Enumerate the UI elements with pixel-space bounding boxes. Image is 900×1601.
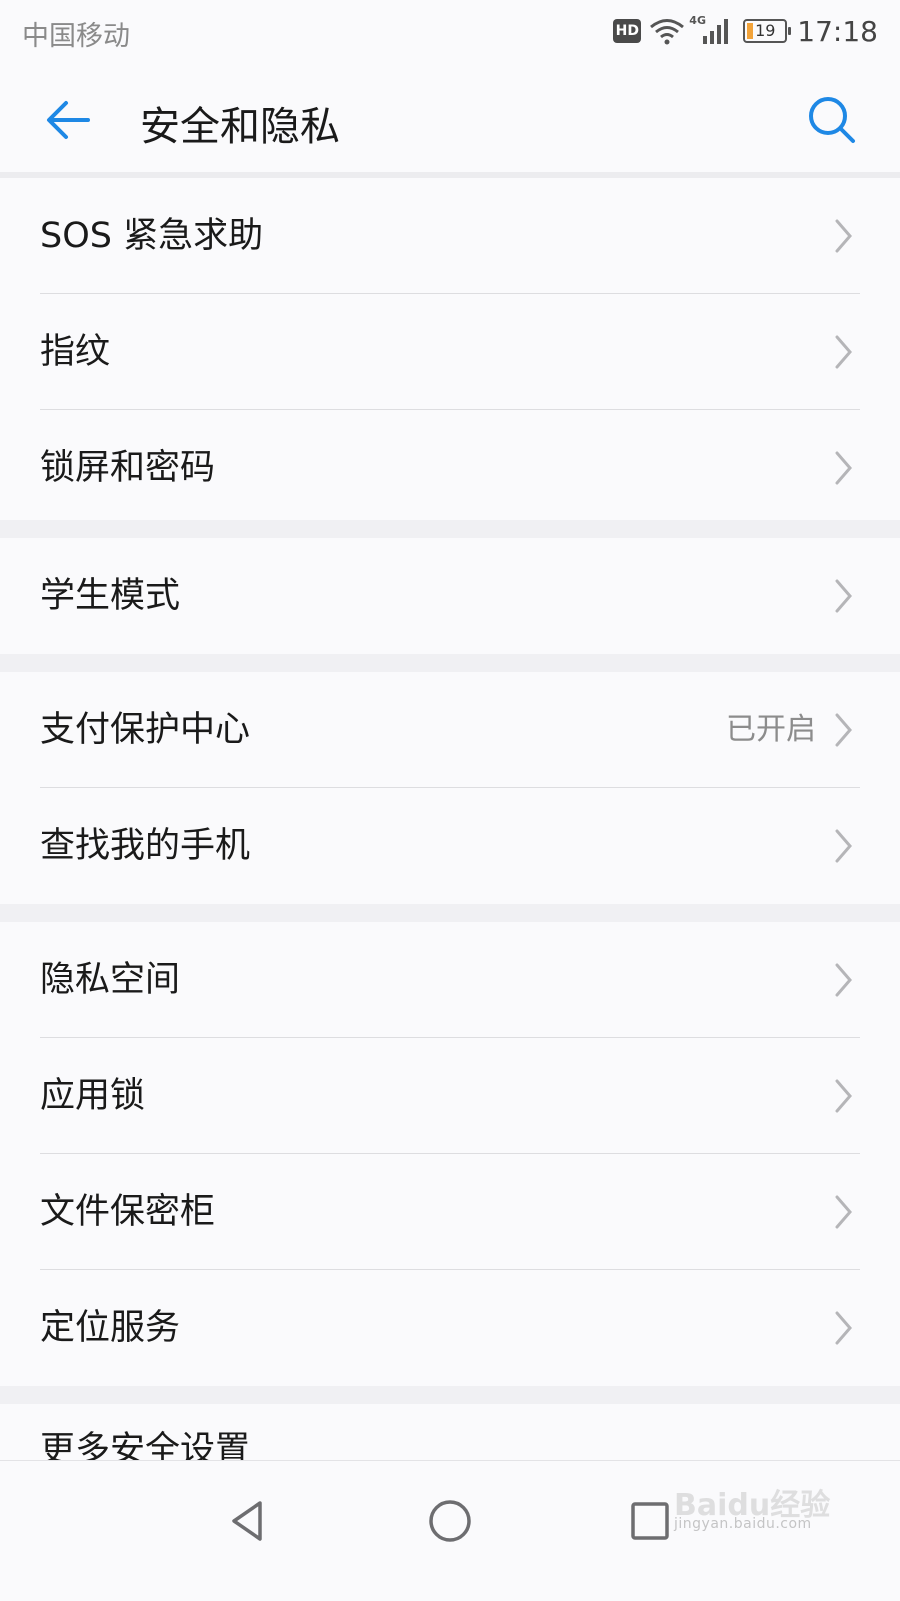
settings-group-student: 学生模式 bbox=[0, 538, 900, 654]
settings-item-private-space[interactable]: 隐私空间 bbox=[0, 922, 900, 1038]
watermark-url: jingyan.baidu.com bbox=[674, 1516, 812, 1532]
settings-group-payment: 支付保护中心 已开启 查找我的手机 bbox=[0, 672, 900, 904]
settings-item-label: 文件保密柜 bbox=[40, 1192, 216, 1232]
settings-item-label: 应用锁 bbox=[40, 1076, 146, 1116]
settings-item-payment-protection[interactable]: 支付保护中心 已开启 bbox=[0, 672, 900, 788]
section-gap bbox=[0, 904, 900, 922]
settings-item-label: 学生模式 bbox=[40, 576, 181, 616]
wifi-icon bbox=[650, 19, 685, 45]
section-gap bbox=[0, 520, 900, 538]
watermark: Baidu经验 jingyan.baidu.com bbox=[674, 1480, 834, 1550]
settings-item-student-mode[interactable]: 学生模式 bbox=[0, 538, 900, 654]
chevron-right-icon bbox=[835, 579, 852, 613]
settings-item-label: SOS 紧急求助 bbox=[40, 216, 264, 256]
settings-item-label: 锁屏和密码 bbox=[40, 448, 216, 488]
chevron-right-icon bbox=[835, 1311, 852, 1345]
page-title: 安全和隐私 bbox=[140, 104, 340, 150]
settings-item-label: 指纹 bbox=[40, 332, 111, 372]
settings-group-security: SOS 紧急求助 指纹 锁屏和密码 bbox=[0, 178, 900, 526]
chevron-right-icon bbox=[835, 963, 852, 997]
hd-badge: HD bbox=[613, 19, 642, 43]
carrier-name: 中国移动 bbox=[22, 21, 130, 52]
settings-item-find-my-phone[interactable]: 查找我的手机 bbox=[0, 788, 900, 904]
nav-recents-icon[interactable] bbox=[620, 1491, 680, 1551]
settings-item-label: 定位服务 bbox=[40, 1308, 181, 1348]
settings-item-fingerprint[interactable]: 指纹 bbox=[0, 294, 900, 410]
battery-icon: 19 bbox=[743, 19, 792, 43]
status-value: 已开启 bbox=[726, 712, 816, 747]
settings-item-more-security[interactable]: 更多安全设置 bbox=[0, 1404, 900, 1460]
nav-back-icon[interactable] bbox=[220, 1491, 280, 1551]
status-bar: 中国移动 HD 4G 19 17:18 bbox=[0, 0, 900, 62]
settings-item-sos[interactable]: SOS 紧急求助 bbox=[0, 178, 900, 294]
clock: 17:18 bbox=[797, 14, 878, 48]
battery-level: 19 bbox=[755, 21, 776, 40]
settings-item-label: 支付保护中心 bbox=[40, 710, 251, 750]
settings-item-label: 更多安全设置 bbox=[40, 1430, 251, 1460]
chevron-right-icon bbox=[835, 219, 852, 253]
arrow-left-icon[interactable] bbox=[40, 92, 96, 148]
chevron-right-icon bbox=[835, 713, 852, 747]
nav-home-icon[interactable] bbox=[420, 1491, 480, 1551]
settings-group-more: 更多安全设置 bbox=[0, 1404, 900, 1460]
cellular-signal-icon: 4G bbox=[689, 14, 733, 46]
settings-item-location-services[interactable]: 定位服务 bbox=[0, 1270, 900, 1386]
app-bar: 安全和隐私 bbox=[0, 62, 900, 172]
search-icon[interactable] bbox=[804, 92, 860, 148]
section-gap bbox=[0, 1386, 900, 1404]
chevron-right-icon bbox=[835, 829, 852, 863]
settings-item-label: 隐私空间 bbox=[40, 960, 181, 1000]
status-icons: HD 4G 19 17:18 bbox=[613, 12, 878, 50]
settings-item-label: 查找我的手机 bbox=[40, 826, 251, 866]
network-type: 4G bbox=[689, 14, 706, 27]
chevron-right-icon bbox=[835, 451, 852, 485]
chevron-right-icon bbox=[835, 1079, 852, 1113]
settings-group-privacy: 隐私空间 应用锁 文件保密柜 定位服务 bbox=[0, 922, 900, 1386]
settings-item-file-safe[interactable]: 文件保密柜 bbox=[0, 1154, 900, 1270]
section-gap bbox=[0, 654, 900, 672]
chevron-right-icon bbox=[835, 1195, 852, 1229]
settings-item-lockscreen[interactable]: 锁屏和密码 bbox=[0, 410, 900, 526]
chevron-right-icon bbox=[835, 335, 852, 369]
settings-item-app-lock[interactable]: 应用锁 bbox=[0, 1038, 900, 1154]
